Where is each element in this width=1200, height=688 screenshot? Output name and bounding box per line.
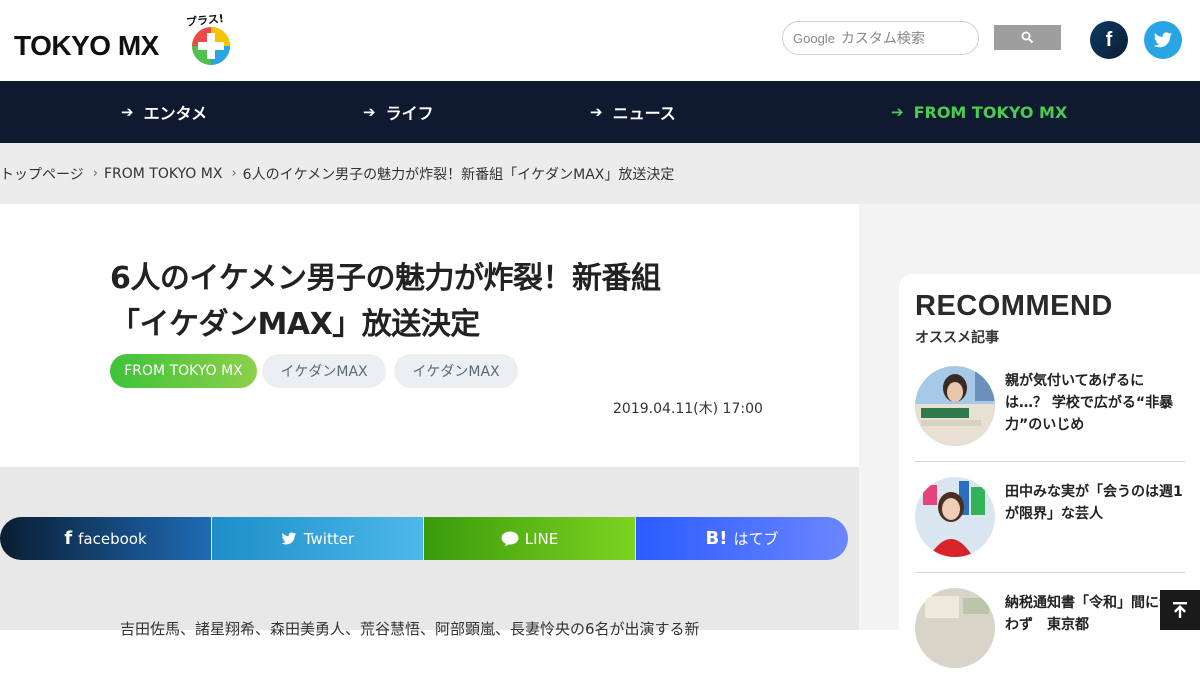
recommend-line: 納税通知書「令和」間に合	[1005, 595, 1173, 611]
nav-item-label: FROM TOKYO MX	[913, 102, 1068, 122]
search-google-label: Google	[793, 30, 835, 46]
recommend-item-title: 親が気付いてあげるに は…？ 学校で広がる“非暴 力”のいじめ	[1005, 370, 1195, 436]
share-twitter-button[interactable]: Twitter	[212, 517, 423, 560]
tag-category[interactable]: FROM TOKYO MX	[110, 354, 257, 388]
recommend-item[interactable]: 田中みな実が「会うのは週1 が限界」な芸人	[915, 477, 1185, 577]
line-icon	[501, 531, 519, 546]
chevron-right-icon: ›	[231, 166, 237, 181]
recommend-subtitle: オススメ記事	[915, 330, 999, 346]
hatena-icon: B!	[705, 528, 728, 549]
recommend-thumbnail	[915, 477, 995, 557]
recommend-line: 力”のいじめ	[1005, 417, 1085, 433]
recommend-panel: RECOMMEND オススメ記事 親が気付いてあげるに は…？ 学校で広がる“非…	[899, 274, 1200, 668]
chevron-right-icon: ›	[92, 166, 98, 181]
share-line-label: LINE	[524, 529, 559, 548]
nav-item-entame[interactable]: ➔ エンタメ	[121, 81, 207, 143]
recommend-line: 親が気付いてあげるに	[1005, 373, 1145, 389]
nav-item-news[interactable]: ➔ ニュース	[590, 81, 676, 143]
recommend-item[interactable]: 納税通知書「令和」間に合 わず 東京都	[915, 588, 1185, 688]
share-bar: f facebook Twitter LINE B! はてブ	[0, 517, 849, 560]
article-title-line-2: 「イケダンMAX」放送決定	[110, 307, 480, 342]
arrow-up-icon	[1173, 602, 1187, 618]
breadcrumb-current: 6人のイケメン男子の魅力が炸裂！新番組「イケダンMAX」放送決定	[242, 166, 675, 183]
nav-item-label: ニュース	[612, 104, 676, 123]
recommend-line: は…？ 学校で広がる“非暴	[1005, 395, 1174, 411]
main-nav: ➔ エンタメ ➔ ライフ ➔ ニュース ➔ FROM TOKYO MX	[0, 81, 1200, 143]
recommend-divider	[915, 572, 1185, 573]
logo-text: TOKYO MX	[14, 30, 159, 61]
recommend-thumbnail	[915, 366, 995, 446]
recommend-item[interactable]: 親が気付いてあげるに は…？ 学校で広がる“非暴 力”のいじめ	[915, 366, 1185, 466]
breadcrumb-category[interactable]: FROM TOKYO MX	[104, 166, 223, 182]
back-to-top-button[interactable]	[1160, 590, 1200, 630]
recommend-line: が限界」な芸人	[1005, 506, 1103, 522]
article-date: 2019.04.11(木) 17:00	[613, 401, 763, 417]
tag-keyword[interactable]: イケダンMAX	[394, 354, 518, 388]
arrow-right-icon: ➔	[590, 103, 603, 121]
tag-keyword[interactable]: イケダンMAX	[262, 354, 386, 388]
search-icon	[1021, 31, 1034, 44]
recommend-item-title: 田中みな実が「会うのは週1 が限界」な芸人	[1005, 481, 1195, 525]
share-facebook-button[interactable]: f facebook	[0, 517, 211, 560]
search-button[interactable]	[994, 25, 1061, 50]
recommend-line: 田中みな実が「会うのは週1	[1005, 484, 1183, 500]
search-input[interactable]: Google カスタム検索	[782, 21, 979, 55]
share-hatena-button[interactable]: B! はてブ	[636, 517, 848, 560]
arrow-right-icon: ➔	[891, 103, 904, 121]
arrow-right-icon: ➔	[121, 103, 134, 121]
share-section: f facebook Twitter LINE B! はてブ 吉田佐馬、諸星翔希…	[0, 467, 859, 638]
twitter-icon	[281, 532, 297, 544]
article-title-line-1: 6人のイケメン男子の魅力が炸裂！新番組	[110, 261, 661, 296]
logo-plus-icon	[192, 27, 230, 65]
search-placeholder: カスタム検索	[840, 31, 925, 47]
facebook-icon[interactable]: f	[1090, 21, 1128, 59]
article-body-preview: 吉田佐馬、諸星翔希、森田美勇人、荒谷慧悟、阿部顕嵐、長妻怜央の6名が出演する新	[120, 620, 700, 638]
site-logo[interactable]: TOKYO MX プラス!	[14, 12, 244, 70]
article-title: 6人のイケメン男子の魅力が炸裂！新番組 「イケダンMAX」放送決定	[110, 256, 750, 348]
recommend-thumbnail	[915, 588, 995, 668]
share-hatena-label: はてブ	[733, 530, 779, 548]
article-header: 6人のイケメン男子の魅力が炸裂！新番組 「イケダンMAX」放送決定 FROM T…	[0, 204, 859, 467]
recommend-line: わず 東京都	[1005, 617, 1089, 633]
nav-item-label: ライフ	[385, 104, 434, 123]
recommend-title: RECOMMEND	[915, 290, 1113, 322]
share-line-button[interactable]: LINE	[424, 517, 635, 560]
breadcrumb: トップページ › FROM TOKYO MX › 6人のイケメン男子の魅力が炸裂…	[0, 143, 1200, 204]
nav-item-label: エンタメ	[143, 104, 208, 123]
facebook-icon: f	[64, 528, 73, 549]
share-twitter-label: Twitter	[303, 529, 355, 548]
site-header: TOKYO MX プラス! Google カスタム検索 f	[0, 0, 1200, 81]
nav-item-life[interactable]: ➔ ライフ	[363, 81, 434, 143]
twitter-icon[interactable]	[1144, 21, 1182, 59]
recommend-divider	[915, 461, 1185, 462]
breadcrumb-home[interactable]: トップページ	[0, 164, 84, 184]
share-facebook-label: facebook	[78, 529, 147, 548]
arrow-right-icon: ➔	[363, 103, 376, 121]
nav-item-from-tokyo-mx[interactable]: ➔ FROM TOKYO MX	[891, 81, 1067, 143]
